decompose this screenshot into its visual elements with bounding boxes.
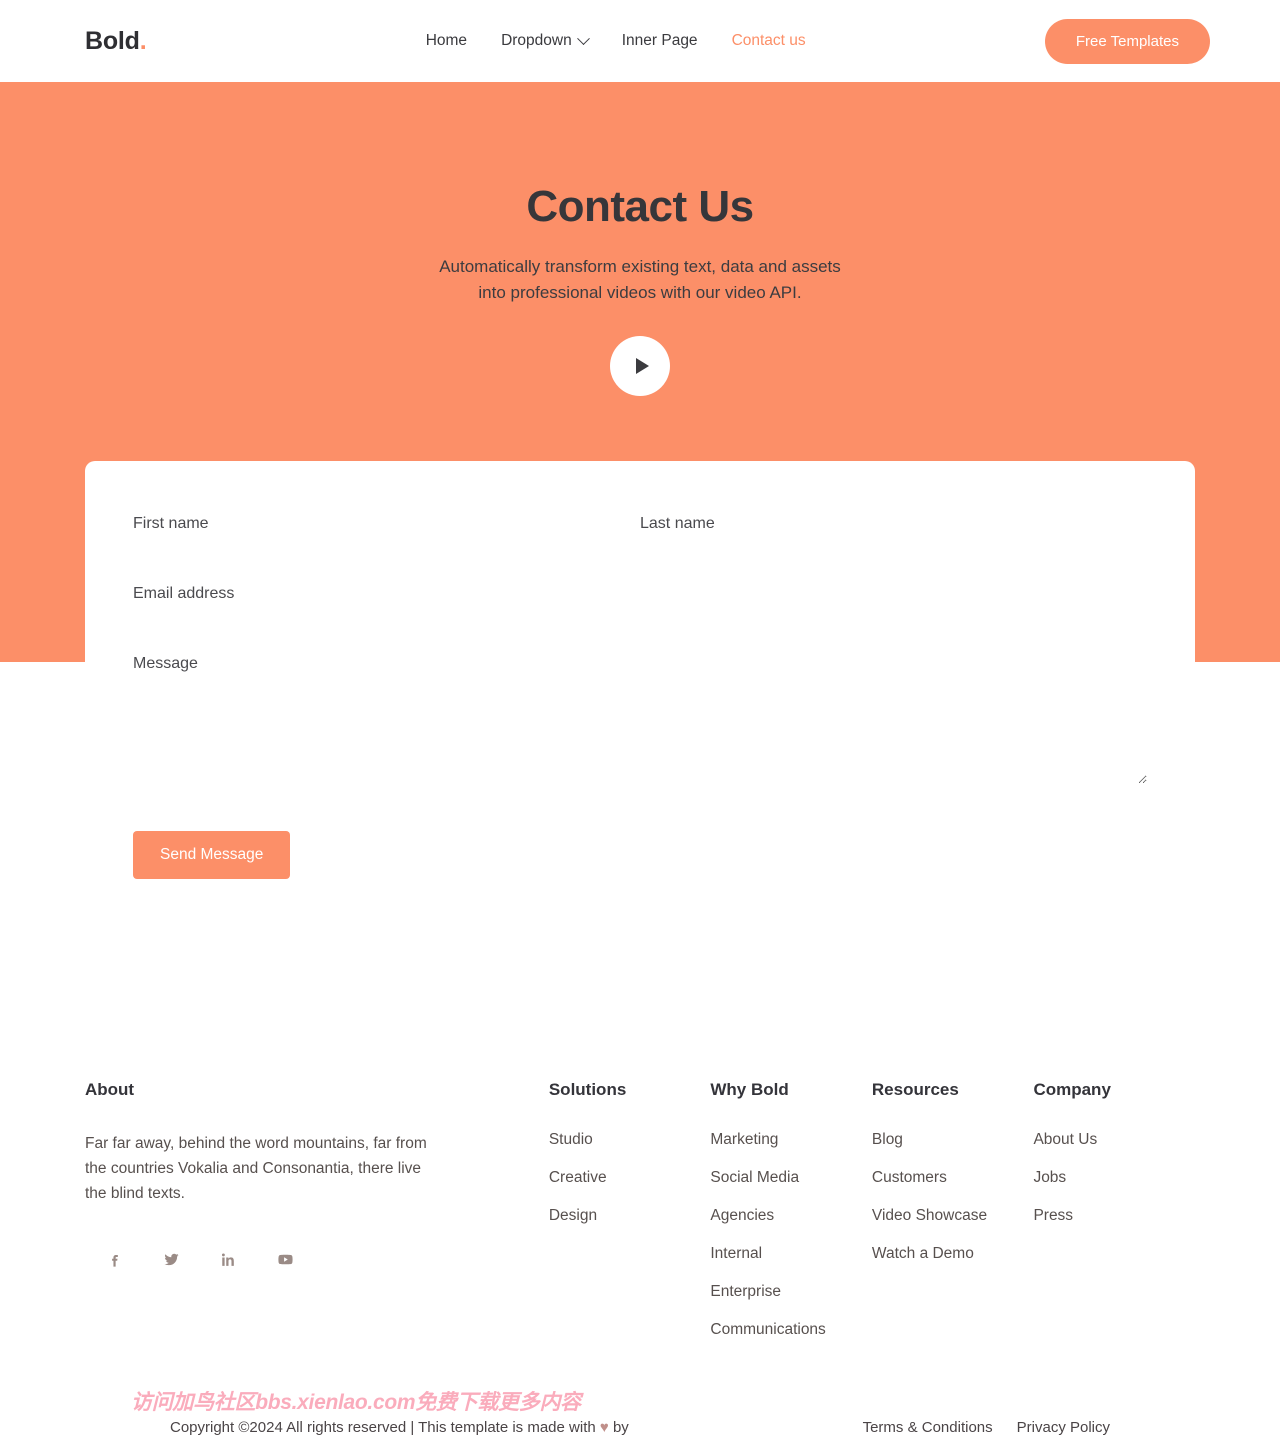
footer-link-design[interactable]: Design [549,1207,711,1225]
legal-links: Terms & Conditions Privacy Policy [863,1419,1110,1436]
footer-link-watch-a-demo[interactable]: Watch a Demo [872,1245,1034,1263]
message-textarea[interactable] [133,649,1147,784]
facebook-icon[interactable] [105,1250,123,1268]
privacy-policy-link[interactable]: Privacy Policy [1017,1419,1110,1436]
logo-text: Bold [85,26,140,55]
footer-link-studio[interactable]: Studio [549,1131,711,1149]
play-video-button[interactable] [610,335,670,396]
site-header: Bold. Home Dropdown Inner Page Contact u… [0,0,1280,82]
footer-link-jobs[interactable]: Jobs [1033,1169,1195,1187]
first-name-input[interactable] [133,509,602,547]
copyright-text: Copyright ©2024 All rights reserved | Th… [170,1419,629,1436]
footer-link-agencies[interactable]: Agencies [710,1207,872,1225]
footer-link-press[interactable]: Press [1033,1207,1195,1225]
hero-subtitle: Automatically transform existing text, d… [439,257,841,303]
free-templates-button[interactable]: Free Templates [1044,18,1210,64]
footer-column-solutions: Solutions Studio Creative Design [549,1080,711,1245]
footer-link-communications[interactable]: Communications [710,1321,872,1339]
footer-heading-company: Company [1033,1080,1111,1099]
footer-bottom-bar: 访问加鸟社区bbs.xienlao.com免费下载更多内容 Copyright … [85,1391,1195,1447]
terms-and-conditions-link[interactable]: Terms & Conditions [863,1419,993,1436]
heart-icon: ♥ [599,1418,609,1436]
footer-about-text: Far far away, behind the word mountains,… [85,1135,427,1203]
message-field-wrap [133,649,1147,789]
footer-columns: About Far far away, behind the word moun… [85,1080,1195,1359]
footer-column-resources: Resources Blog Customers Video Showcase … [872,1080,1034,1283]
linkedin-icon[interactable] [219,1250,237,1268]
email-field-wrap [133,579,1147,617]
footer-about-heading: About [85,1080,135,1099]
play-icon [635,357,649,374]
footer-link-customers[interactable]: Customers [872,1169,1034,1187]
primary-nav: Home Dropdown Inner Page Contact us [386,31,806,50]
footer-link-video-showcase[interactable]: Video Showcase [872,1207,1034,1225]
logo-dot: . [139,26,147,55]
site-footer: About Far far away, behind the word moun… [0,1080,1280,1447]
first-name-field-wrap [133,509,640,547]
name-row [133,509,1147,579]
nav-item-contact-us-label: Contact us [731,32,806,49]
last-name-input[interactable] [640,509,1109,547]
nav-item-home[interactable]: Home [426,32,467,50]
youtube-icon[interactable] [276,1250,294,1268]
last-name-field-wrap [640,509,1147,547]
watermark-text: 访问加鸟社区bbs.xienlao.com免费下载更多内容 [131,1391,581,1414]
footer-link-about-us[interactable]: About Us [1033,1131,1195,1149]
footer-heading-resources: Resources [871,1080,959,1099]
footer-column-why-bold: Why Bold Marketing Social Media Agencies… [710,1080,872,1359]
footer-link-marketing[interactable]: Marketing [710,1131,872,1149]
footer-link-creative[interactable]: Creative [549,1169,711,1187]
chevron-down-icon [576,31,590,45]
footer-link-blog[interactable]: Blog [872,1131,1034,1149]
send-message-button[interactable]: Send Message [133,831,291,879]
nav-item-inner-page[interactable]: Inner Page [622,32,698,50]
nav-item-inner-page-label: Inner Page [621,32,698,49]
copyright-post: by [608,1418,629,1436]
footer-link-internal[interactable]: Internal [710,1245,872,1263]
copyright-pre: Copyright ©2024 All rights reserved | Th… [170,1418,600,1436]
page-title: Contact Us [526,182,754,231]
footer-heading-solutions: Solutions [548,1080,627,1099]
footer-column-company: Company About Us Jobs Press [1033,1080,1195,1245]
footer-about-column: About Far far away, behind the word moun… [85,1080,549,1268]
twitter-icon[interactable] [162,1250,180,1268]
nav-item-dropdown-label: Dropdown [501,32,572,49]
logo[interactable]: Bold. [85,26,147,55]
nav-item-dropdown[interactable]: Dropdown [501,31,590,50]
email-input[interactable] [133,579,1147,617]
footer-link-social-media[interactable]: Social Media [710,1169,872,1187]
footer-link-enterprise[interactable]: Enterprise [710,1283,872,1301]
nav-item-home-label: Home [425,32,468,49]
social-links [85,1250,489,1268]
contact-form-card: Send Message [85,461,1195,939]
nav-item-contact-us[interactable]: Contact us [732,32,806,50]
footer-heading-why-bold: Why Bold [710,1080,789,1099]
